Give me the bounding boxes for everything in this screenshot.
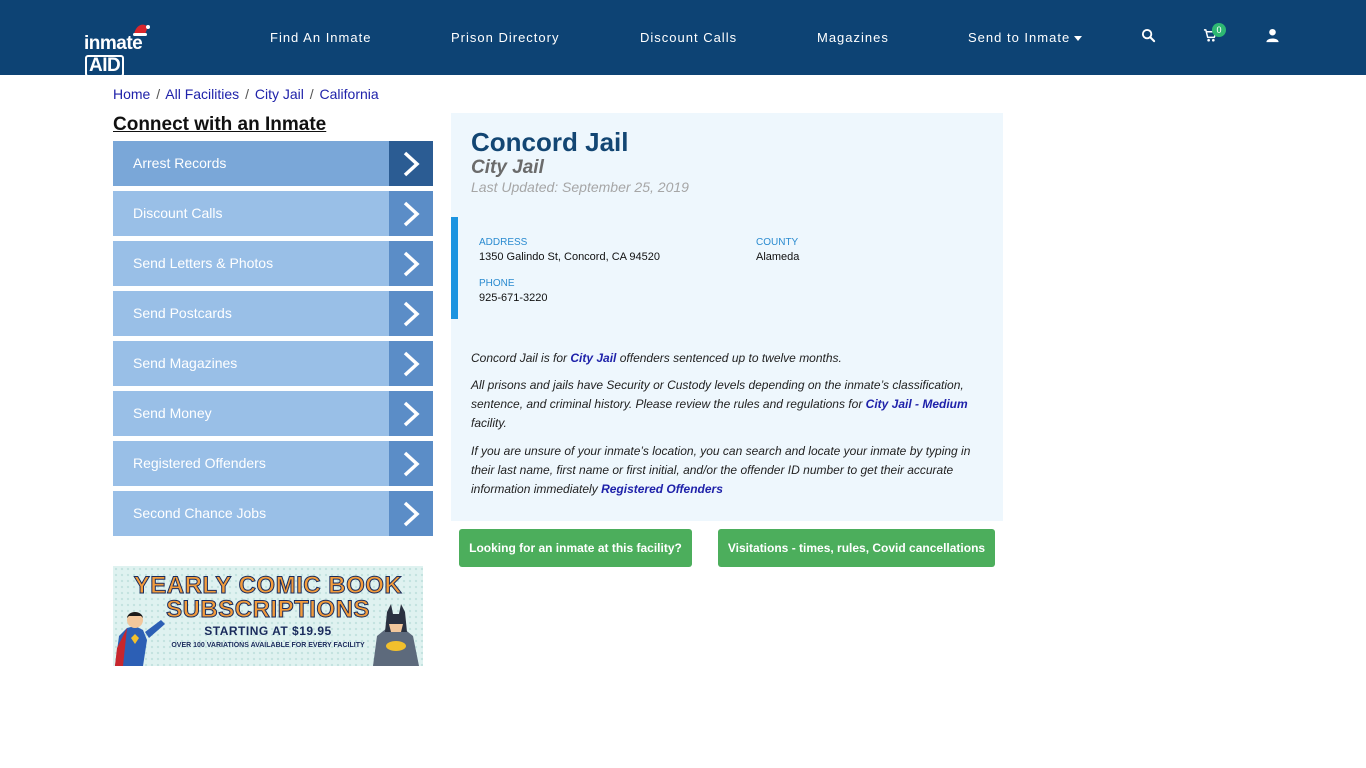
sidebar-item-second-chance-jobs[interactable]: Second Chance Jobs bbox=[113, 491, 433, 536]
chevron-right-icon bbox=[389, 191, 433, 236]
description-paragraph-1: Concord Jail is for City Jail offenders … bbox=[471, 351, 842, 365]
nav-find-an-inmate[interactable]: Find An Inmate bbox=[270, 30, 371, 45]
address-value: 1350 Galindo St, Concord, CA 94520 bbox=[479, 251, 661, 263]
chevron-right-icon bbox=[389, 341, 433, 386]
county-label: COUNTY bbox=[756, 237, 799, 248]
breadcrumb: Home / All Facilities / City Jail / Cali… bbox=[113, 86, 379, 102]
chevron-right-icon bbox=[389, 141, 433, 186]
ad-headline-line2: SUBSCRIPTIONS bbox=[166, 596, 370, 624]
logo-wordmark: inmateAID bbox=[84, 33, 143, 77]
breadcrumb-all-facilities[interactable]: All Facilities bbox=[165, 86, 239, 102]
sidebar-item-label: Send Postcards bbox=[133, 305, 232, 321]
sidebar-title: Connect with an Inmate bbox=[113, 114, 327, 135]
sidebar-item-label: Send Magazines bbox=[133, 355, 238, 371]
facility-last-updated: Last Updated: September 25, 2019 bbox=[471, 179, 689, 195]
top-navbar: inmateAID Find An Inmate Prison Director… bbox=[0, 0, 1366, 77]
breadcrumb-city-jail[interactable]: City Jail bbox=[255, 86, 304, 102]
cart-count-badge: 0 bbox=[1212, 23, 1226, 37]
sidebar-item-send-money[interactable]: Send Money bbox=[113, 391, 433, 436]
nav-prison-directory[interactable]: Prison Directory bbox=[451, 30, 559, 45]
facility-name: Concord Jail bbox=[471, 127, 629, 157]
nav-magazines[interactable]: Magazines bbox=[817, 30, 889, 45]
chevron-right-icon bbox=[389, 241, 433, 286]
phone-value[interactable]: 925-671-3220 bbox=[479, 292, 548, 304]
sidebar-item-label: Registered Offenders bbox=[133, 455, 266, 471]
description-paragraph-2: All prisons and jails have Security or C… bbox=[471, 378, 968, 430]
sidebar-item-send-magazines[interactable]: Send Magazines bbox=[113, 341, 433, 386]
city-jail-medium-link[interactable]: City Jail - Medium bbox=[866, 397, 968, 411]
breadcrumb-separator: / bbox=[156, 86, 161, 102]
sidebar-item-arrest-records[interactable]: Arrest Records bbox=[113, 141, 433, 186]
inmateaid-logo[interactable]: inmateAID bbox=[84, 22, 180, 77]
breadcrumb-home[interactable]: Home bbox=[113, 86, 150, 102]
sidebar-item-discount-calls[interactable]: Discount Calls bbox=[113, 191, 433, 236]
phone-label: PHONE bbox=[479, 278, 515, 289]
sidebar-menu: Arrest Records Discount Calls Send Lette… bbox=[113, 141, 433, 541]
nav-send-to-inmate[interactable]: Send to Inmate bbox=[968, 30, 1083, 45]
sidebar-item-label: Send Letters & Photos bbox=[133, 255, 274, 271]
visitations-button[interactable]: Visitations - times, rules, Covid cancel… bbox=[718, 529, 995, 567]
sidebar-item-send-postcards[interactable]: Send Postcards bbox=[113, 291, 433, 336]
sidebar-item-label: Discount Calls bbox=[133, 205, 223, 221]
nav-send-to-inmate-label: Send to Inmate bbox=[968, 30, 1071, 45]
facility-info-box: ADDRESS 1350 Galindo St, Concord, CA 945… bbox=[451, 217, 1003, 319]
address-label: ADDRESS bbox=[479, 237, 528, 248]
caret-down-icon bbox=[1074, 36, 1083, 42]
search-icon[interactable] bbox=[1141, 28, 1159, 46]
comic-subscription-ad-banner[interactable]: YEARLY COMIC BOOK SUBSCRIPTIONS STARTING… bbox=[113, 566, 423, 666]
chevron-right-icon bbox=[389, 441, 433, 486]
sidebar-item-send-letters-photos[interactable]: Send Letters & Photos bbox=[113, 241, 433, 286]
user-icon[interactable] bbox=[1265, 28, 1283, 46]
sidebar-item-label: Arrest Records bbox=[133, 155, 227, 171]
ad-price-line: STARTING AT $19.95 bbox=[204, 624, 332, 638]
looking-for-inmate-button[interactable]: Looking for an inmate at this facility? bbox=[459, 529, 692, 567]
city-jail-link[interactable]: City Jail bbox=[570, 351, 616, 365]
sidebar-item-label: Second Chance Jobs bbox=[133, 505, 267, 521]
description-paragraph-3: If you are unsure of your inmate’s locat… bbox=[471, 444, 971, 496]
facility-panel: Concord Jail City Jail Last Updated: Sep… bbox=[451, 113, 1003, 521]
sidebar-item-registered-offenders[interactable]: Registered Offenders bbox=[113, 441, 433, 486]
breadcrumb-separator: / bbox=[245, 86, 249, 102]
breadcrumb-separator: / bbox=[309, 86, 314, 102]
facility-type: City Jail bbox=[471, 157, 544, 178]
breadcrumb-california[interactable]: California bbox=[320, 86, 379, 102]
nav-discount-calls[interactable]: Discount Calls bbox=[640, 30, 737, 45]
chevron-right-icon bbox=[389, 491, 433, 536]
ad-fineprint: OVER 100 VARIATIONS AVAILABLE FOR EVERY … bbox=[171, 642, 365, 649]
chevron-right-icon bbox=[389, 391, 433, 436]
registered-offenders-link[interactable]: Registered Offenders bbox=[601, 482, 723, 496]
chevron-right-icon bbox=[389, 291, 433, 336]
sidebar-item-label: Send Money bbox=[133, 405, 212, 421]
county-value: Alameda bbox=[756, 251, 800, 263]
